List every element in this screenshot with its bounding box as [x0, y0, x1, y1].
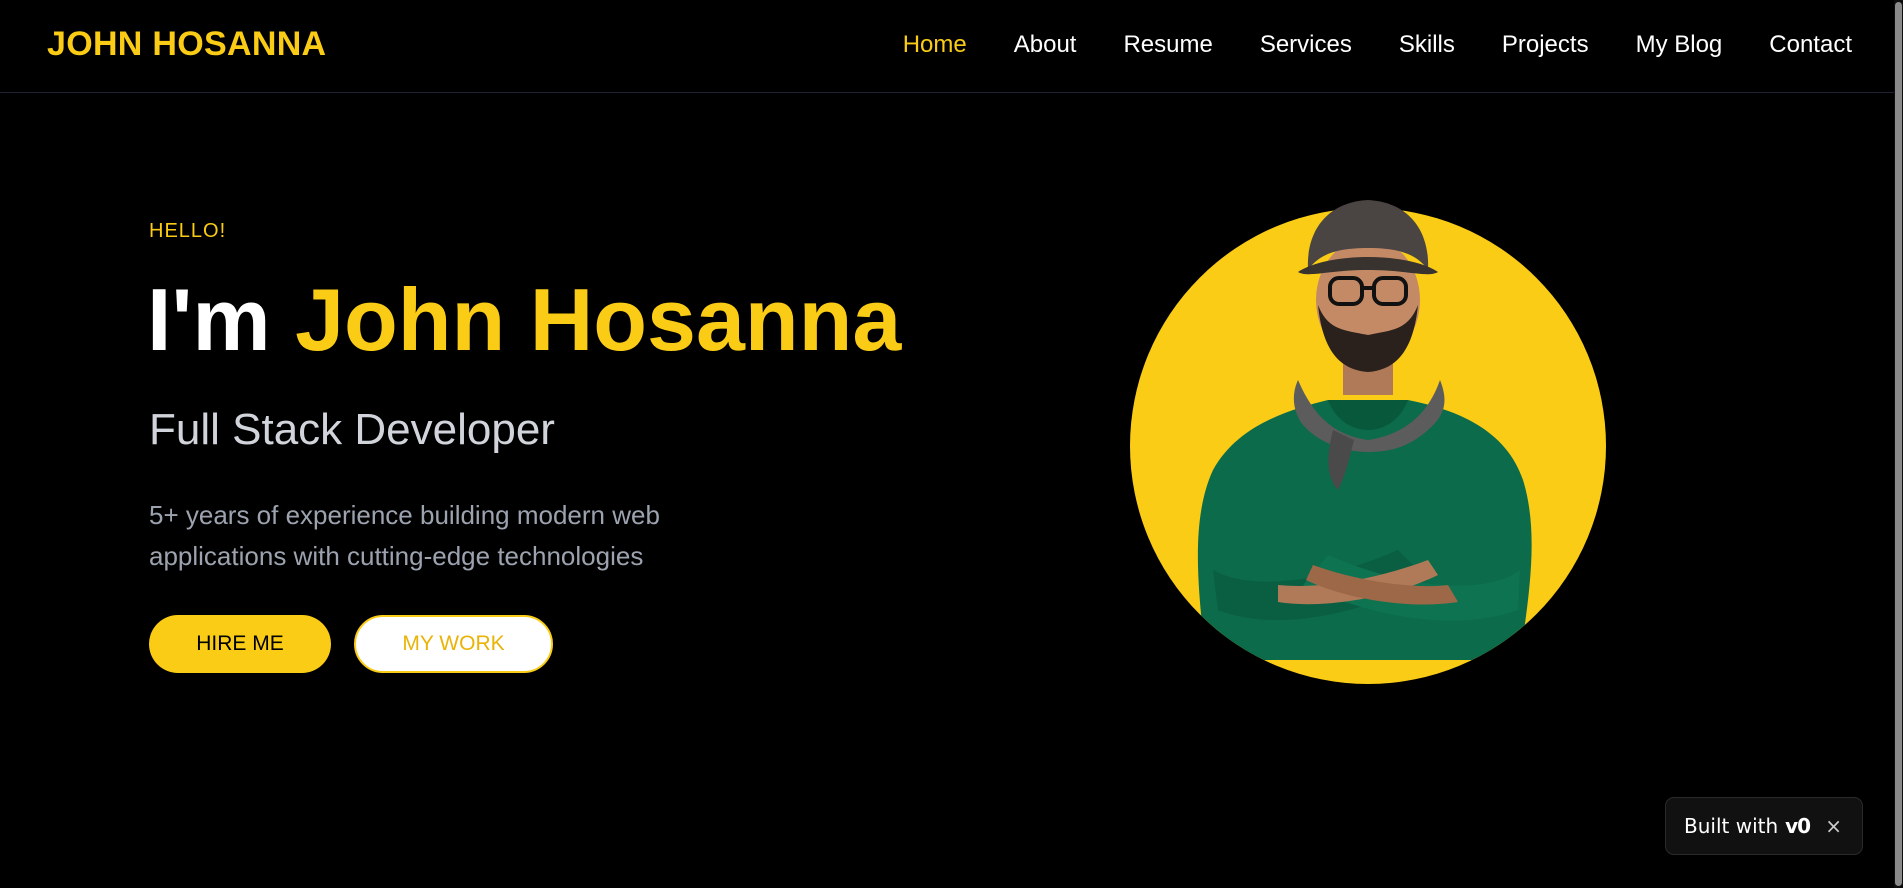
close-icon[interactable]: ×	[1825, 814, 1842, 838]
nav-resume[interactable]: Resume	[1123, 31, 1212, 59]
nav-my-blog[interactable]: My Blog	[1636, 31, 1723, 59]
nav-services[interactable]: Services	[1260, 31, 1352, 59]
badge-text: Built with	[1684, 814, 1779, 838]
built-with-v0-badge[interactable]: Built with v0 ×	[1665, 797, 1863, 855]
hero-description: 5+ years of experience building modern w…	[149, 500, 660, 571]
headline-prefix: I'm	[147, 270, 296, 369]
site-header: JOHN HOSANNA Home About Resume Services …	[0, 0, 1903, 93]
page: JOHN HOSANNA Home About Resume Services …	[0, 0, 1903, 888]
profile-photo	[1130, 200, 1606, 684]
headline-name: John Hosanna	[295, 270, 902, 369]
nav-contact[interactable]: Contact	[1769, 31, 1852, 59]
site-logo[interactable]: JOHN HOSANNA	[47, 25, 326, 64]
scrollbar[interactable]	[1894, 0, 1903, 888]
scrollbar-thumb[interactable]	[1895, 2, 1902, 886]
v0-logo: v0	[1785, 814, 1811, 838]
nav-about[interactable]: About	[1014, 31, 1077, 59]
nav-home[interactable]: Home	[903, 31, 967, 59]
hero-role: Full Stack Developer	[149, 405, 555, 454]
hire-me-button[interactable]: HIRE ME	[149, 615, 331, 673]
sweater	[1197, 400, 1532, 660]
my-work-button[interactable]: MY WORK	[354, 615, 553, 673]
hero-headline: I'm John Hosanna	[147, 270, 902, 369]
nav-skills[interactable]: Skills	[1399, 31, 1455, 59]
nav-projects[interactable]: Projects	[1502, 31, 1589, 59]
main-nav: Home About Resume Services Skills Projec…	[903, 31, 1852, 59]
hero-greeting: HELLO!	[149, 220, 227, 242]
